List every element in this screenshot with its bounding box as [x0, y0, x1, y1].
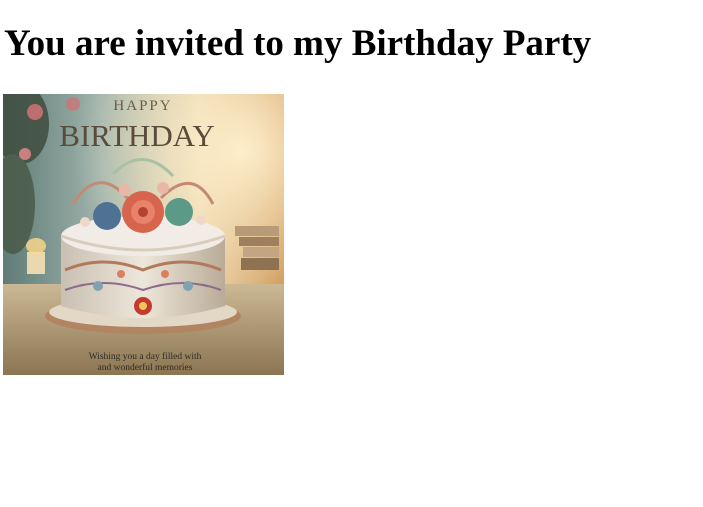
card-message-line1: Wishing you a day filled with [89, 351, 202, 362]
birthday-cake-image: HAPPY BIRTHDAY Wishing you a day filled … [3, 94, 284, 375]
card-message-line2: and wonderful memories [98, 362, 193, 373]
card-happy-text: HAPPY [113, 98, 172, 114]
candle [26, 238, 46, 274]
card-birthday-text: BIRTHDAY [59, 118, 214, 153]
page-title: You are invited to my Birthday Party [4, 23, 592, 64]
